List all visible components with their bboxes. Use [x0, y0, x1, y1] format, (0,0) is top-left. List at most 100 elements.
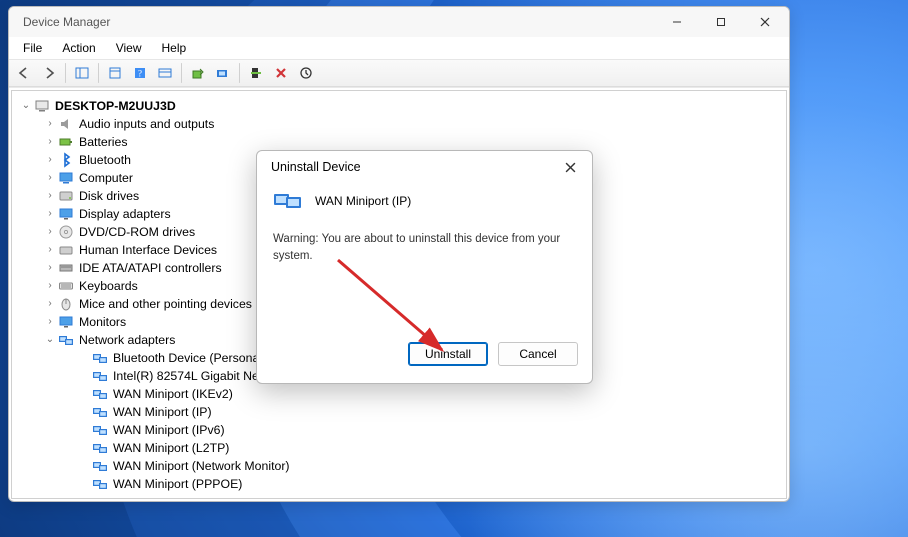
computer-icon [58, 170, 74, 186]
tree-category-label: Bluetooth [79, 151, 131, 169]
dialog-device-name: WAN Miniport (IP) [315, 194, 411, 208]
tree-device[interactable]: WAN Miniport (IPv6) [16, 421, 786, 439]
dialog-close-button[interactable] [552, 153, 588, 181]
computer-icon [34, 98, 50, 114]
toolbar-scan-hardware-button[interactable] [212, 62, 234, 84]
toolbar-properties-button[interactable] [104, 62, 126, 84]
menu-help[interactable]: Help [154, 39, 195, 57]
network-adapter-icon [92, 476, 108, 492]
tree-root-label: DESKTOP-M2UUJ3D [55, 97, 176, 115]
tree-category-label: Keyboards [79, 277, 138, 295]
expand-icon[interactable]: › [44, 151, 56, 169]
menu-bar: File Action View Help [9, 37, 789, 59]
tree-category-label: Audio inputs and outputs [79, 115, 214, 133]
tree-category-label: Human Interface Devices [79, 241, 217, 259]
toolbar-scan-changes-button[interactable] [295, 62, 317, 84]
tree-device[interactable]: WAN Miniport (Network Monitor) [16, 457, 786, 475]
toolbar-enable-device-button[interactable] [245, 62, 267, 84]
tree-category-label: Mice and other pointing devices [79, 295, 252, 313]
uninstall-device-dialog: Uninstall Device WAN Miniport (IP) Warni… [256, 150, 593, 384]
tree-device[interactable]: WAN Miniport (PPPOE) [16, 475, 786, 493]
ide-icon [58, 260, 74, 276]
expand-icon[interactable]: › [44, 223, 56, 241]
toolbar-update-driver-button[interactable] [187, 62, 209, 84]
tree-device-label: WAN Miniport (PPPOE) [113, 475, 242, 493]
network-adapter-icon [92, 458, 108, 474]
cancel-button[interactable]: Cancel [498, 342, 578, 366]
window-maximize-button[interactable] [699, 7, 743, 37]
disk-icon [58, 188, 74, 204]
tree-device[interactable]: WAN Miniport (IP) [16, 403, 786, 421]
dvd-icon [58, 224, 74, 240]
expand-icon[interactable]: › [44, 169, 56, 187]
tree-device-label: WAN Miniport (IPv6) [113, 421, 225, 439]
tree-category-label: Network adapters [79, 331, 175, 349]
expand-icon[interactable]: › [44, 187, 56, 205]
mouse-icon [58, 296, 74, 312]
battery-icon [58, 134, 74, 150]
network-adapter-icon [92, 386, 108, 402]
tree-category[interactable]: › Audio inputs and outputs [16, 115, 786, 133]
menu-action[interactable]: Action [54, 39, 103, 57]
toolbar-action-button[interactable] [154, 62, 176, 84]
dialog-warning-text: Warning: You are about to uninstall this… [273, 231, 576, 266]
toolbar: ? [9, 59, 789, 87]
dialog-title: Uninstall Device [271, 160, 552, 174]
expand-icon[interactable]: › [44, 259, 56, 277]
toolbar-uninstall-button[interactable] [270, 62, 292, 84]
toolbar-show-hide-tree-button[interactable] [71, 62, 93, 84]
expand-icon[interactable]: › [44, 115, 56, 133]
network-icon [58, 332, 74, 348]
tree-root[interactable]: ⌄ DESKTOP-M2UUJ3D [16, 97, 786, 115]
tree-category-label: Batteries [79, 133, 128, 151]
menu-view[interactable]: View [108, 39, 150, 57]
bluetooth-icon [58, 152, 74, 168]
expand-icon[interactable]: › [44, 241, 56, 259]
tree-device-label: WAN Miniport (Network Monitor) [113, 457, 290, 475]
toolbar-separator [181, 63, 182, 83]
tree-category[interactable]: › Batteries [16, 133, 786, 151]
tree-device-label: WAN Miniport (L2TP) [113, 439, 229, 457]
window-titlebar[interactable]: Device Manager [9, 7, 789, 37]
expand-icon[interactable]: › [44, 313, 56, 331]
tree-category-label: Disk drives [79, 187, 139, 205]
tree-device[interactable]: WAN Miniport (IKEv2) [16, 385, 786, 403]
audio-icon [58, 116, 74, 132]
expand-icon[interactable]: › [44, 277, 56, 295]
menu-file[interactable]: File [15, 39, 50, 57]
tree-category-label: IDE ATA/ATAPI controllers [79, 259, 222, 277]
svg-text:?: ? [138, 69, 142, 79]
toolbar-separator [98, 63, 99, 83]
network-adapter-icon [92, 422, 108, 438]
network-adapter-icon [92, 440, 108, 456]
tree-category-label: Computer [79, 169, 133, 187]
tree-device-label: WAN Miniport (IP) [113, 403, 212, 421]
expand-icon[interactable]: › [44, 295, 56, 313]
expand-icon[interactable]: › [44, 133, 56, 151]
uninstall-button[interactable]: Uninstall [408, 342, 488, 366]
collapse-icon[interactable]: ⌄ [44, 331, 56, 349]
tree-device[interactable]: WAN Miniport (L2TP) [16, 439, 786, 457]
monitor-icon [58, 314, 74, 330]
network-adapter-icon [92, 350, 108, 366]
tree-category-label: DVD/CD-ROM drives [79, 223, 195, 241]
tree-category-label: Monitors [79, 313, 126, 331]
window-close-button[interactable] [743, 7, 787, 37]
window-minimize-button[interactable] [655, 7, 699, 37]
network-adapter-icon [273, 189, 305, 213]
toolbar-back-button[interactable] [13, 62, 35, 84]
toolbar-separator [65, 63, 66, 83]
dialog-titlebar[interactable]: Uninstall Device [257, 151, 592, 183]
display-icon [58, 206, 74, 222]
tree-category-label: Display adapters [79, 205, 171, 223]
network-adapter-icon [92, 404, 108, 420]
window-title: Device Manager [23, 15, 655, 29]
hid-icon [58, 242, 74, 258]
expand-icon[interactable]: › [44, 205, 56, 223]
tree-device-label: WAN Miniport (IKEv2) [113, 385, 233, 403]
keyboard-icon [58, 278, 74, 294]
toolbar-forward-button[interactable] [38, 62, 60, 84]
collapse-icon[interactable]: ⌄ [20, 97, 32, 115]
network-adapter-icon [92, 368, 108, 384]
toolbar-help-button[interactable]: ? [129, 62, 151, 84]
